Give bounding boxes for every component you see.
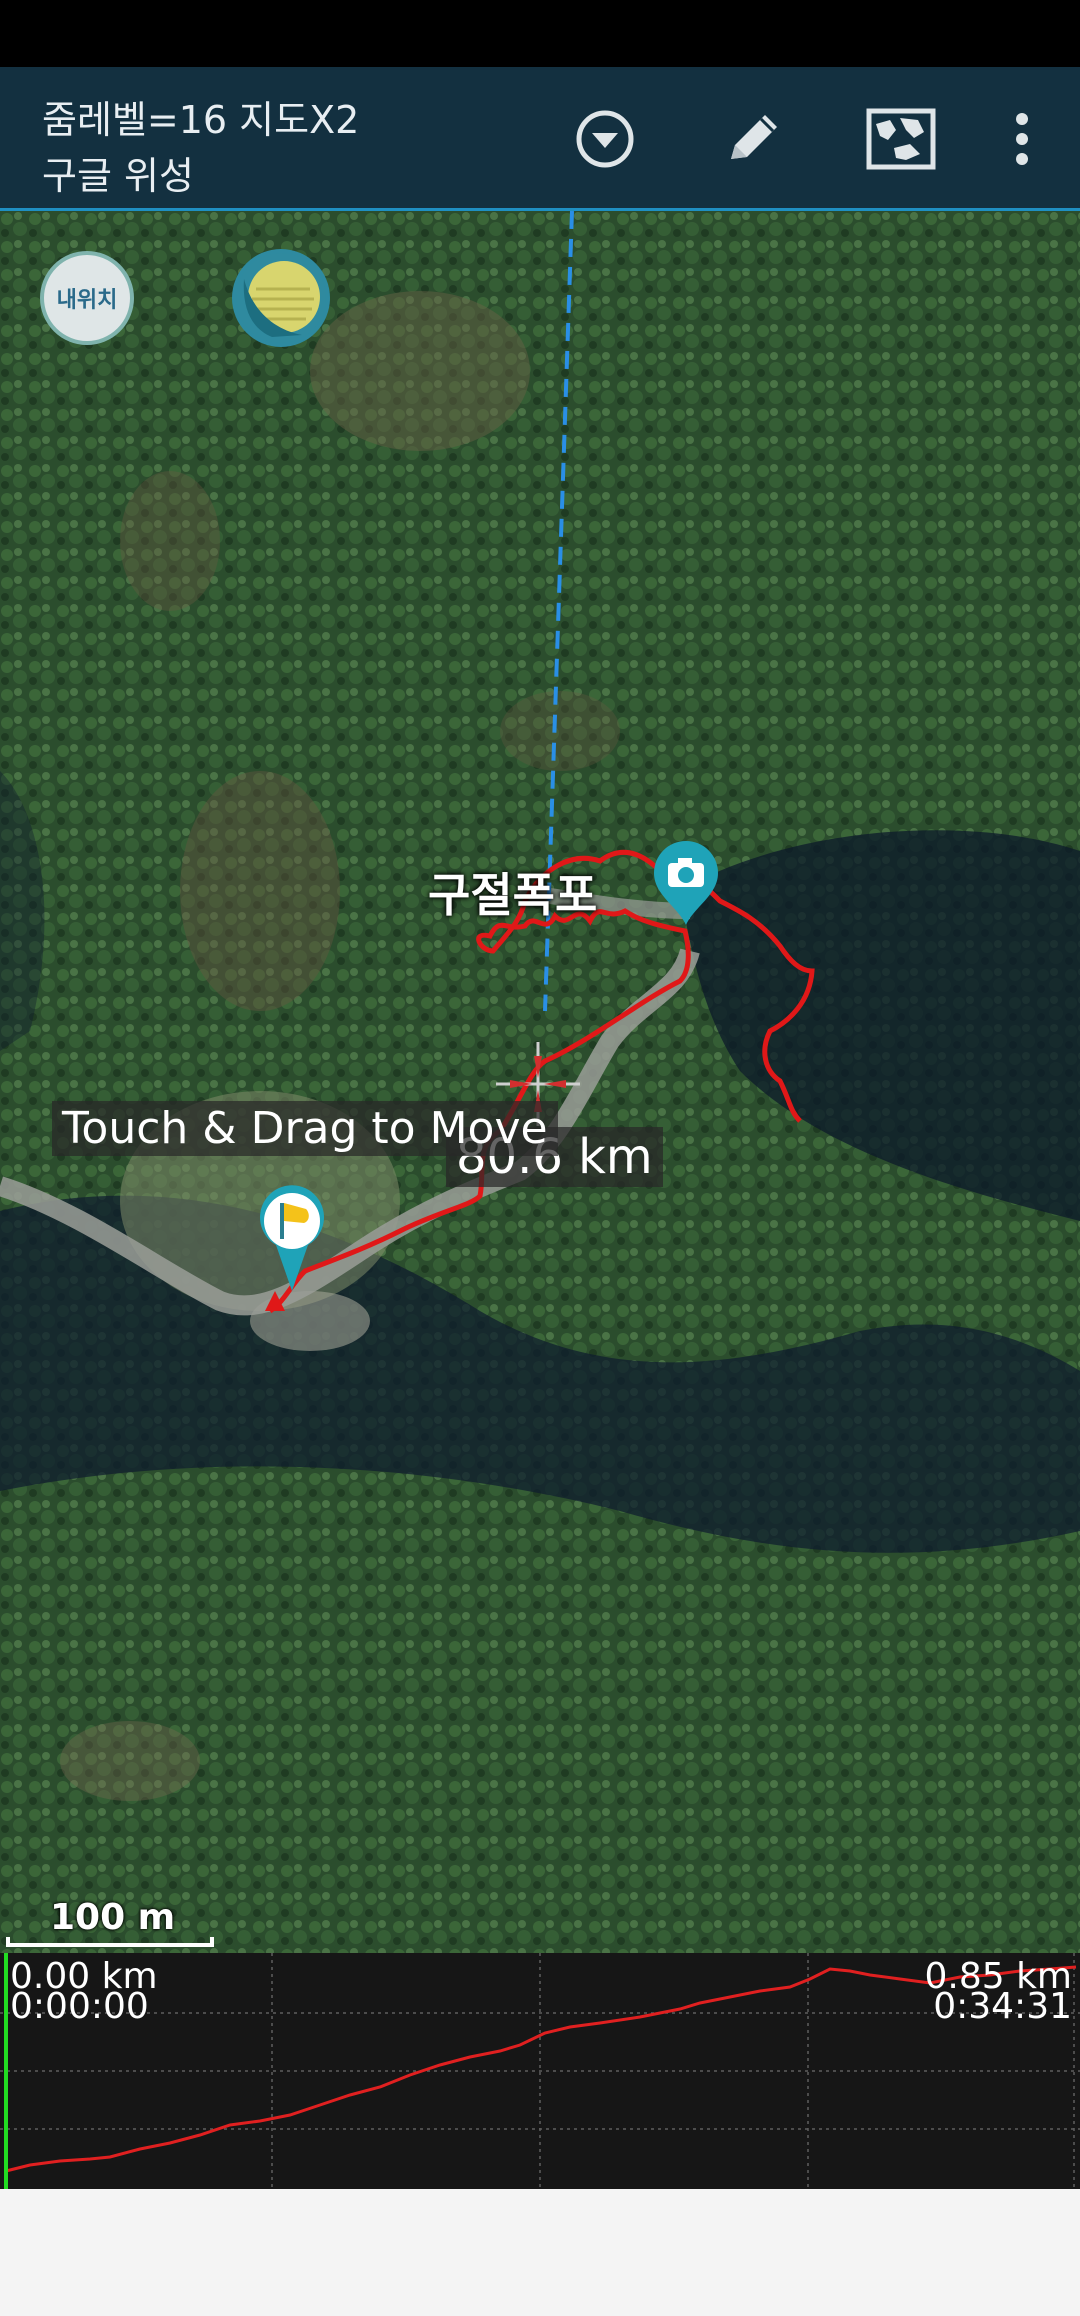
map-icon[interactable]	[851, 89, 951, 189]
satellite-map[interactable]: 내위치 구절폭포 80.6 km Touch & Drag to Move 10…	[0, 211, 1080, 1953]
layer-icon	[236, 253, 326, 343]
my-location-button[interactable]: 내위치	[40, 251, 134, 345]
profile-end-time: 0:34:31	[933, 1986, 1072, 2027]
map-imagery	[0, 211, 1080, 1953]
zoom-level-title: 줌레벨=16 지도X2	[42, 98, 360, 142]
elevation-profile[interactable]: 0.00 km 0:00:00 0.85 km 0:34:31	[0, 1953, 1080, 2189]
elevation-profile-chart	[0, 1953, 1080, 2189]
camera-marker-icon	[654, 841, 718, 925]
status-bar	[0, 0, 1080, 67]
flag-marker-icon	[260, 1185, 324, 1291]
scale-label: 100 m	[50, 1897, 176, 1938]
place-label: 구절폭포	[428, 868, 598, 922]
more-vert-icon[interactable]	[972, 89, 1072, 189]
app-bar: 줌레벨=16 지도X2 구글 위성	[0, 67, 1080, 211]
pencil-icon[interactable]	[703, 89, 803, 189]
map-type-subtitle: 구글 위성	[42, 154, 194, 198]
bottom-empty-area	[0, 2189, 1080, 2316]
map-layer-button[interactable]	[232, 249, 330, 347]
drag-hint-label: Touch & Drag to Move	[52, 1101, 558, 1156]
profile-start-time: 0:00:00	[10, 1986, 149, 2027]
dropdown-circle-icon[interactable]	[555, 89, 655, 189]
